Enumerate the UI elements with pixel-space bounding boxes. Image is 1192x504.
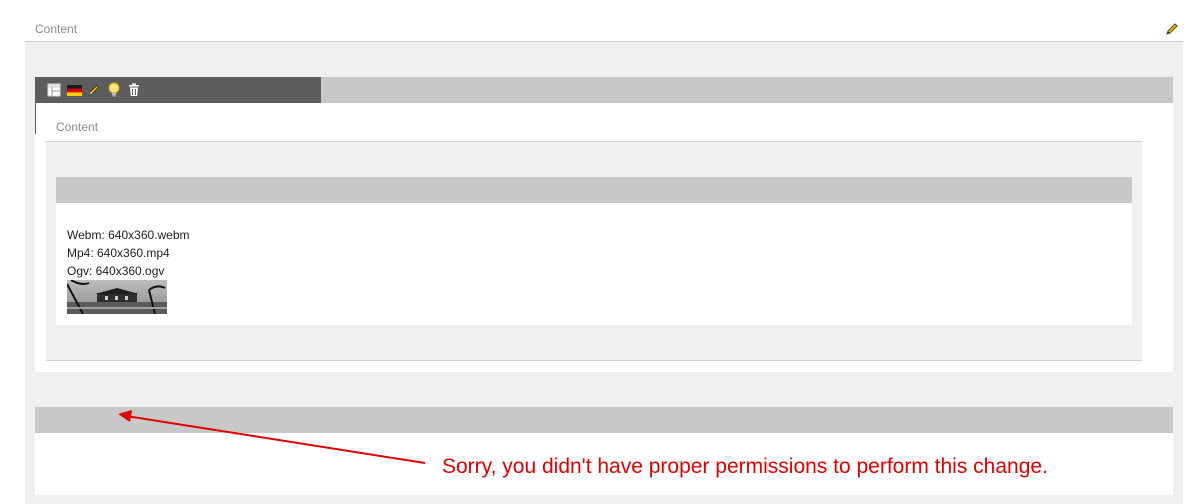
flag-de-icon[interactable] (66, 82, 82, 98)
lightbulb-icon[interactable] (106, 82, 122, 98)
media-ogv-line: Ogv: 640x360.ogv (67, 264, 165, 278)
element-toolbar (35, 77, 321, 103)
second-element-header (35, 407, 1173, 433)
media-webm-line: Webm: 640x360.webm (67, 228, 190, 242)
inner-content-header: Content (46, 116, 1142, 142)
permission-error-message: Sorry, you didn't have proper permission… (442, 455, 1048, 478)
media-element-header (56, 177, 1132, 203)
outer-content-label: Content (35, 22, 78, 36)
pencil-icon[interactable] (86, 82, 102, 98)
video-poster-image (67, 280, 167, 314)
pencil-icon[interactable] (1164, 21, 1180, 37)
inner-content-label: Content (56, 120, 99, 134)
media-element-body (56, 203, 1132, 325)
layout-icon[interactable] (46, 82, 62, 98)
outer-content-header: Content (25, 17, 1183, 42)
trash-icon[interactable] (126, 82, 142, 98)
media-mp4-line: Mp4: 640x360.mp4 (67, 246, 170, 260)
element-divider (35, 103, 36, 134)
